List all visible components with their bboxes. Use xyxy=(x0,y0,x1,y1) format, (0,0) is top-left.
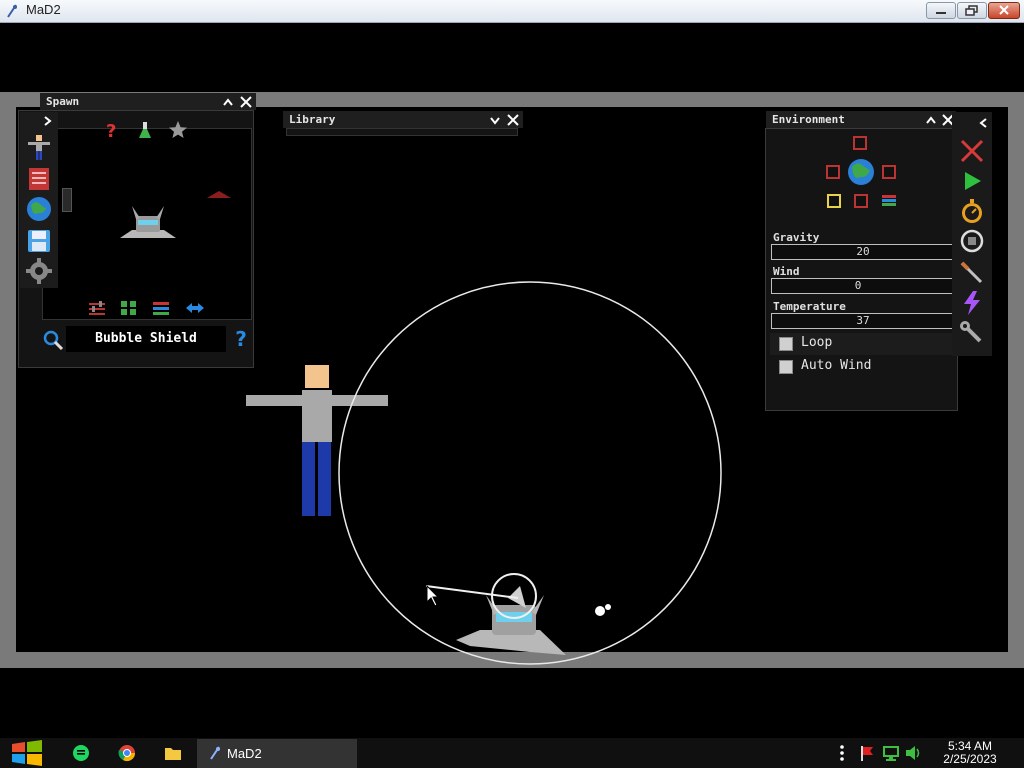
book-category-icon[interactable] xyxy=(26,166,52,192)
close-icon xyxy=(240,96,252,108)
star-icon[interactable] xyxy=(168,120,188,140)
chevron-down-icon xyxy=(490,117,500,125)
wrench-icon[interactable] xyxy=(959,320,985,346)
swap-arrows-icon[interactable] xyxy=(184,300,206,316)
bubble-shield-preview-icon xyxy=(120,206,176,238)
svg-text:?: ? xyxy=(106,121,116,140)
taskbar-app-mad2[interactable]: MaD2 xyxy=(197,739,357,768)
ragdoll-category-icon[interactable] xyxy=(26,134,52,160)
globe-category-icon[interactable] xyxy=(26,196,52,222)
loop-row xyxy=(770,333,956,355)
sidebar-expand-button[interactable] xyxy=(40,114,54,128)
world-right-toggle xyxy=(882,165,896,179)
layers-icon xyxy=(882,195,896,206)
temperature-field[interactable]: 37 xyxy=(771,313,955,329)
spawn-splitter-handle[interactable] xyxy=(62,188,72,212)
taskbar-app-label: MaD2 xyxy=(227,746,262,761)
sliders-icon[interactable] xyxy=(88,300,106,316)
library-panel-body xyxy=(286,128,518,136)
spawn-category-sidebar xyxy=(20,112,58,288)
network-icon[interactable] xyxy=(882,744,900,762)
save-category-icon[interactable] xyxy=(26,228,52,254)
ragdoll-head xyxy=(305,365,329,388)
particle xyxy=(605,604,611,610)
library-panel-title: Library xyxy=(289,113,336,126)
list-view-icon[interactable] xyxy=(152,300,170,316)
environment-panel-header[interactable]: Environment xyxy=(766,111,956,128)
auto-wind-checkbox[interactable] xyxy=(779,360,793,374)
spawn-item-thumbnail xyxy=(207,191,231,198)
spawn-panel-header[interactable]: Spawn xyxy=(40,93,256,110)
chevron-left-icon xyxy=(979,118,987,128)
clock[interactable]: 5:34 AM 2/25/2023 xyxy=(932,740,1008,766)
environment-panel-title: Environment xyxy=(772,113,845,126)
library-panel-header[interactable]: Library xyxy=(283,111,523,128)
loop-checkbox[interactable] xyxy=(779,337,793,351)
loop-label: Loop xyxy=(801,335,833,350)
chevron-up-icon xyxy=(223,98,233,106)
wind-field[interactable]: 0 xyxy=(771,278,955,294)
play-icon[interactable] xyxy=(959,168,985,194)
search-icon[interactable] xyxy=(42,330,64,350)
world-bottom-left-toggle xyxy=(827,194,841,208)
speaker-icon[interactable] xyxy=(904,744,924,762)
help-button[interactable]: ? xyxy=(232,328,250,350)
question-mark-icon[interactable]: ? xyxy=(104,120,120,140)
world-left-toggle xyxy=(826,165,840,179)
temperature-label: Temperature xyxy=(773,300,846,313)
stopwatch-icon[interactable] xyxy=(959,198,985,224)
ragdoll-right-leg xyxy=(318,442,331,516)
tether-line xyxy=(425,585,519,599)
auto-wind-label: Auto Wind xyxy=(801,358,872,373)
ragdoll-torso xyxy=(302,390,332,442)
library-close-button[interactable] xyxy=(506,113,520,127)
library-dropdown-button[interactable] xyxy=(488,113,502,127)
grid-view-icon[interactable] xyxy=(120,300,138,316)
chat-app-icon[interactable] xyxy=(72,744,90,762)
spawn-close-button[interactable] xyxy=(239,95,253,109)
selected-item-label: Bubble Shield xyxy=(66,326,226,352)
bubble-shield-robot[interactable] xyxy=(456,573,566,655)
delete-x-icon[interactable] xyxy=(959,138,985,164)
gear-icon[interactable] xyxy=(26,258,52,284)
environment-collapse-button[interactable] xyxy=(924,113,938,127)
human-ragdoll[interactable] xyxy=(246,365,388,516)
gravity-field[interactable]: 20 xyxy=(771,244,955,260)
lightning-icon[interactable] xyxy=(959,290,985,316)
chevron-right-icon xyxy=(44,116,52,126)
folder-icon[interactable] xyxy=(164,744,182,762)
particle xyxy=(595,606,605,616)
world-top-toggle xyxy=(853,136,867,150)
ragdoll-left-leg xyxy=(302,442,315,516)
app-icon xyxy=(210,746,220,760)
environment-world-selector[interactable] xyxy=(820,134,902,214)
wind-label: Wind xyxy=(773,265,800,278)
clock-date: 2/25/2023 xyxy=(943,752,997,766)
flag-icon[interactable] xyxy=(858,744,876,762)
spawn-panel-title: Spawn xyxy=(46,95,80,108)
more-options-icon[interactable] xyxy=(836,744,848,762)
chrome-icon[interactable] xyxy=(118,744,136,762)
chevron-up-icon xyxy=(926,116,936,124)
world-bottom-toggle xyxy=(854,194,868,208)
knife-icon[interactable] xyxy=(959,260,985,286)
windows-start-icon[interactable] xyxy=(10,738,44,768)
mouse-cursor-icon xyxy=(426,584,440,607)
spawn-collapse-button[interactable] xyxy=(221,95,235,109)
toolbar-collapse-button[interactable] xyxy=(977,116,991,130)
flask-icon[interactable] xyxy=(136,120,154,140)
gravity-label: Gravity xyxy=(773,231,820,244)
tools-toolbar xyxy=(952,112,992,356)
close-icon xyxy=(507,114,519,126)
rotate-icon[interactable] xyxy=(959,228,985,254)
